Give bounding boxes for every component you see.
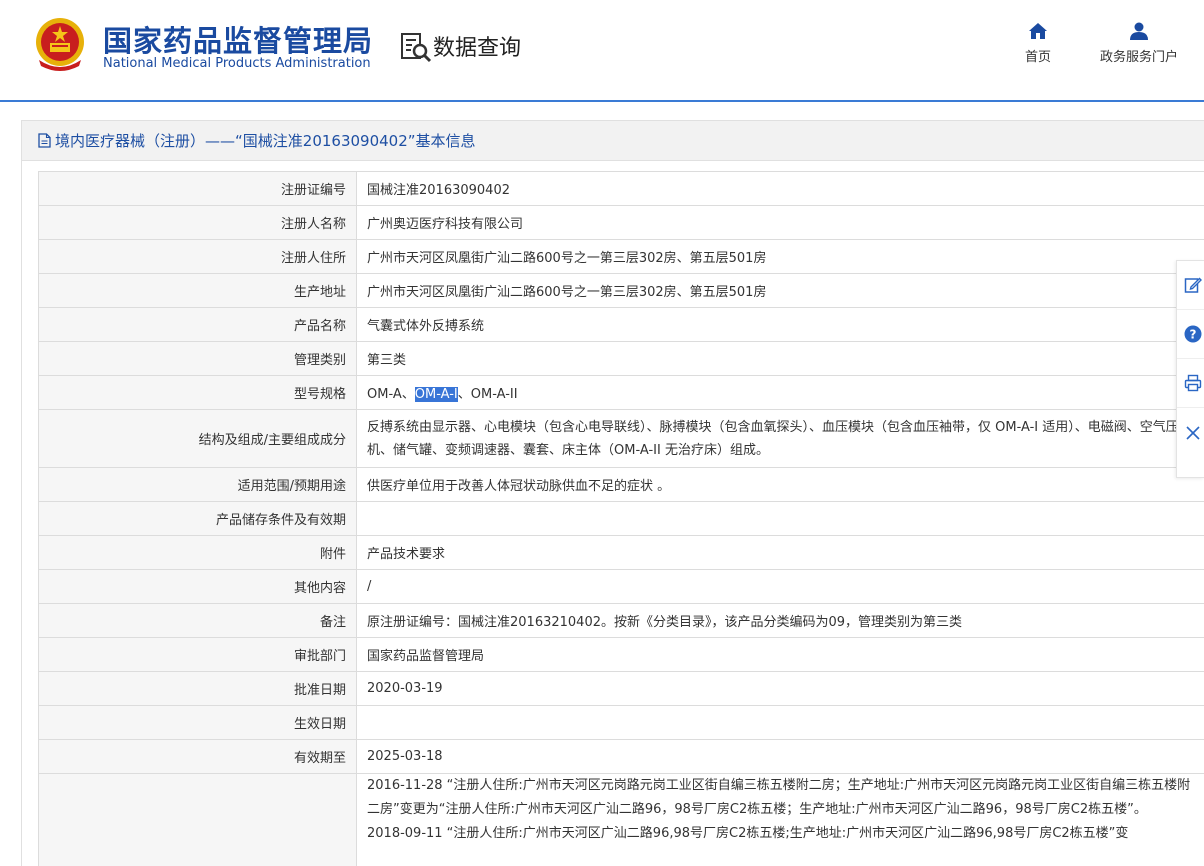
table-row: 适用范围/预期用途 供医疗单位用于改善人体冠状动脉供血不足的症状 。 bbox=[38, 467, 1204, 502]
table-row: 生效日期 bbox=[38, 705, 1204, 740]
row-value: 产品技术要求 bbox=[356, 535, 1204, 570]
row-value bbox=[356, 705, 1204, 740]
edit-button[interactable] bbox=[1177, 261, 1204, 310]
row-label: 其他内容 bbox=[38, 569, 357, 604]
row-value: 广州市天河区凤凰街广汕二路600号之一第三层302房、第五层501房 bbox=[356, 273, 1204, 308]
table-row: 注册人名称 广州奥迈医疗科技有限公司 bbox=[38, 205, 1204, 240]
row-value: 广州奥迈医疗科技有限公司 bbox=[356, 205, 1204, 240]
org-name-en: National Medical Products Administration bbox=[103, 56, 371, 71]
table-row: 生产地址 广州市天河区凤凰街广汕二路600号之一第三层302房、第五层501房 bbox=[38, 273, 1204, 308]
row-label: 注册证编号 bbox=[38, 171, 357, 206]
svg-text:?: ? bbox=[1189, 328, 1196, 342]
row-value: 反搏系统由显示器、心电模块（包含心电导联线）、脉搏模块（包含血氧探头）、血压模块… bbox=[356, 409, 1204, 468]
row-label: 注册人住所 bbox=[38, 239, 357, 274]
table-row: 其他内容 / bbox=[38, 569, 1204, 604]
table-row-history: 2016-11-28 “注册人住所:广州市天河区元岗路元岗工业区街自编三栋五楼附… bbox=[38, 773, 1204, 866]
history-entry: 2016-11-28 “注册人住所:广州市天河区元岗路元岗工业区街自编三栋五楼附… bbox=[367, 778, 1191, 817]
close-button[interactable] bbox=[1177, 408, 1204, 457]
table-row: 型号规格 OM-A、OM-A-I、OM-A-II bbox=[38, 375, 1204, 410]
table-row: 批准日期 2020-03-19 bbox=[38, 671, 1204, 706]
row-label: 生产地址 bbox=[38, 273, 357, 308]
row-value: 国械注准20163090402 bbox=[356, 171, 1204, 206]
close-icon bbox=[1185, 425, 1200, 440]
row-value: 2025-03-18 bbox=[356, 739, 1204, 774]
device-info-table: 注册证编号 国械注准20163090402 注册人名称 广州奥迈医疗科技有限公司… bbox=[38, 171, 1204, 866]
user-icon bbox=[1130, 22, 1148, 40]
national-emblem-icon bbox=[36, 18, 84, 71]
row-value: 供医疗单位用于改善人体冠状动脉供血不足的症状 。 bbox=[356, 467, 1204, 502]
data-query-icon bbox=[401, 33, 432, 63]
nav-service-portal[interactable]: 政务服务门户 bbox=[1090, 22, 1188, 65]
row-label: 型号规格 bbox=[38, 375, 357, 410]
section-name: 数据查询 bbox=[433, 36, 522, 61]
change-history: 2016-11-28 “注册人住所:广州市天河区元岗路元岗工业区街自编三栋五楼附… bbox=[356, 773, 1204, 866]
row-value: 原注册证编号：国械注准20163210402。按新《分类目录》，该产品分类编码为… bbox=[356, 603, 1204, 638]
row-value: 2020-03-19 bbox=[356, 671, 1204, 706]
side-toolbar: ? bbox=[1176, 260, 1204, 478]
document-icon bbox=[38, 133, 51, 148]
nav-portal-label: 政务服务门户 bbox=[1099, 50, 1178, 65]
model-part: OM-A、 bbox=[367, 387, 415, 402]
site-header: 国家药品监督管理局 National Medical Products Admi… bbox=[0, 0, 1204, 102]
row-label: 附件 bbox=[38, 535, 357, 570]
table-row: 审批部门 国家药品监督管理局 bbox=[38, 637, 1204, 672]
row-label: 产品储存条件及有效期 bbox=[38, 501, 357, 536]
table-row: 产品储存条件及有效期 bbox=[38, 501, 1204, 536]
home-icon bbox=[1029, 23, 1047, 39]
row-label: 生效日期 bbox=[38, 705, 357, 740]
row-label: 产品名称 bbox=[38, 307, 357, 342]
row-label: 适用范围/预期用途 bbox=[38, 467, 357, 502]
row-label bbox=[38, 773, 357, 866]
selected-text[interactable]: OM-A-I bbox=[414, 387, 458, 402]
row-label: 备注 bbox=[38, 603, 357, 638]
row-value: 广州市天河区凤凰街广汕二路600号之一第三层302房、第五层501房 bbox=[356, 239, 1204, 274]
row-value: 第三类 bbox=[356, 341, 1204, 376]
row-value: 气囊式体外反搏系统 bbox=[356, 307, 1204, 342]
table-row: 备注 原注册证编号：国械注准20163210402。按新《分类目录》，该产品分类… bbox=[38, 603, 1204, 638]
table-row: 附件 产品技术要求 bbox=[38, 535, 1204, 570]
table-row: 有效期至 2025-03-18 bbox=[38, 739, 1204, 774]
row-label: 注册人名称 bbox=[38, 205, 357, 240]
row-value-model: OM-A、OM-A-I、OM-A-II bbox=[356, 375, 1204, 410]
model-part: 、OM-A-II bbox=[457, 387, 518, 402]
print-icon bbox=[1184, 374, 1201, 392]
row-label: 审批部门 bbox=[38, 637, 357, 672]
row-label: 批准日期 bbox=[38, 671, 357, 706]
row-label: 有效期至 bbox=[38, 739, 357, 774]
row-value: / bbox=[356, 569, 1204, 604]
nav-home-label: 首页 bbox=[1024, 50, 1051, 65]
help-button[interactable]: ? bbox=[1177, 310, 1204, 359]
section-title-text: 境内医疗器械（注册）——“国械注准20163090402”基本信息 bbox=[55, 132, 476, 150]
edit-icon bbox=[1184, 277, 1202, 293]
row-value: 国家药品监督管理局 bbox=[356, 637, 1204, 672]
row-label: 结构及组成/主要组成成分 bbox=[38, 409, 357, 468]
row-label: 管理类别 bbox=[38, 341, 357, 376]
history-entry: 2018-09-11 “注册人住所:广州市天河区广汕二路96,98号厂房C2栋五… bbox=[367, 826, 1129, 841]
help-icon: ? bbox=[1184, 325, 1201, 343]
table-row: 结构及组成/主要组成成分 反搏系统由显示器、心电模块（包含心电导联线）、脉搏模块… bbox=[38, 409, 1204, 468]
detail-section: 境内医疗器械（注册）——“国械注准20163090402”基本信息 注册证编号 … bbox=[21, 120, 1204, 866]
print-button[interactable] bbox=[1177, 359, 1204, 408]
nav-home[interactable]: 首页 bbox=[1018, 22, 1058, 65]
table-row: 管理类别 第三类 bbox=[38, 341, 1204, 376]
table-row: 注册人住所 广州市天河区凤凰街广汕二路600号之一第三层302房、第五层501房 bbox=[38, 239, 1204, 274]
section-title: 境内医疗器械（注册）——“国械注准20163090402”基本信息 bbox=[22, 121, 1204, 161]
table-row: 产品名称 气囊式体外反搏系统 bbox=[38, 307, 1204, 342]
org-name-cn: 国家药品监督管理局 bbox=[103, 24, 374, 58]
table-row: 注册证编号 国械注准20163090402 bbox=[38, 171, 1204, 206]
header-divider bbox=[0, 100, 1204, 102]
row-value bbox=[356, 501, 1204, 536]
